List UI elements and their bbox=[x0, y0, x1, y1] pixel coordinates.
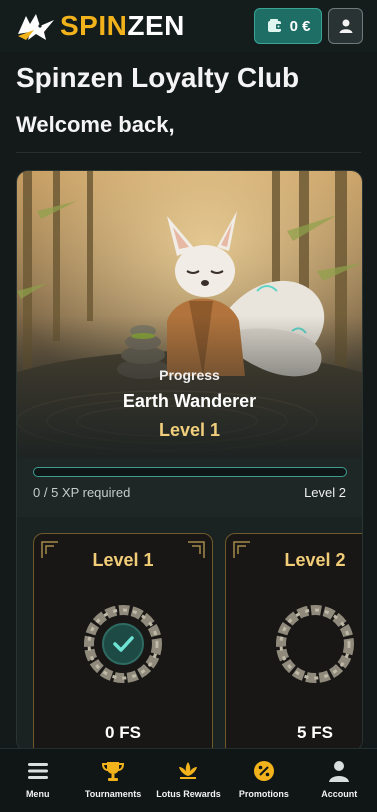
person-icon bbox=[329, 761, 350, 782]
hamburger-menu-icon bbox=[27, 763, 48, 779]
nav-tournaments[interactable]: Tournaments bbox=[75, 749, 150, 812]
user-icon bbox=[339, 19, 352, 33]
nav-promotions[interactable]: Promotions bbox=[226, 749, 301, 812]
nav-menu[interactable]: Menu bbox=[0, 749, 75, 812]
nav-label: Account bbox=[321, 789, 358, 799]
level-reward: 5 FS bbox=[297, 723, 333, 742]
xp-progress-section: 0 / 5 XP required Level 2 bbox=[17, 459, 362, 518]
nav-label: Promotions bbox=[238, 789, 289, 799]
account-button[interactable] bbox=[328, 8, 363, 44]
nav-lotus-rewards[interactable]: Lotus Rewards bbox=[151, 749, 226, 812]
nav-label: Lotus Rewards bbox=[156, 789, 221, 799]
levels-carousel[interactable]: Level 1 0 FS Level 2 5 FS bbox=[17, 517, 362, 751]
rank-name: Earth Wanderer bbox=[122, 391, 257, 411]
fox-logo-icon bbox=[18, 14, 54, 40]
percent-badge-icon bbox=[253, 761, 274, 781]
dragon-ring-icon bbox=[276, 605, 354, 683]
welcome-message: Welcome back, bbox=[16, 112, 175, 137]
fox-hero-illustration bbox=[17, 171, 362, 459]
bottom-navigation: Menu Tournaments Lotus Rewards Promotion… bbox=[0, 748, 377, 812]
next-level-label: Level 2 bbox=[304, 485, 346, 500]
level-card-title: Level 1 bbox=[92, 550, 154, 570]
level-card-title: Level 2 bbox=[284, 550, 346, 570]
trophy-icon bbox=[102, 762, 125, 781]
loyalty-card: Progress Earth Wanderer Level 1 0 / 5 XP… bbox=[16, 170, 363, 752]
nav-label: Menu bbox=[25, 789, 50, 799]
spinzen-logo[interactable]: SPINZEN bbox=[16, 8, 185, 44]
level-card-2[interactable]: Level 2 5 FS bbox=[225, 533, 362, 751]
divider bbox=[16, 152, 361, 153]
page-title: Spinzen Loyalty Club bbox=[16, 62, 300, 93]
progress-label: Progress bbox=[159, 367, 220, 383]
balance-amount: 0 € bbox=[289, 17, 311, 35]
logo-text-zen: ZEN bbox=[127, 10, 185, 41]
wallet-icon bbox=[267, 19, 282, 32]
top-bar: SPINZEN 0 € bbox=[0, 0, 377, 52]
xp-required-text: 0 / 5 XP required bbox=[33, 485, 131, 500]
lotus-icon bbox=[179, 762, 198, 779]
nav-label: Tournaments bbox=[84, 789, 142, 799]
logo-text-spin: SPIN bbox=[60, 10, 128, 41]
level-card-1[interactable]: Level 1 0 FS bbox=[33, 533, 213, 751]
nav-account[interactable]: Account bbox=[302, 749, 377, 812]
wallet-button[interactable]: 0 € bbox=[254, 8, 322, 44]
xp-progress-bar bbox=[33, 467, 347, 477]
dragon-ring-icon bbox=[84, 605, 162, 683]
current-level: Level 1 bbox=[158, 420, 221, 440]
level-reward: 0 FS bbox=[105, 723, 141, 742]
